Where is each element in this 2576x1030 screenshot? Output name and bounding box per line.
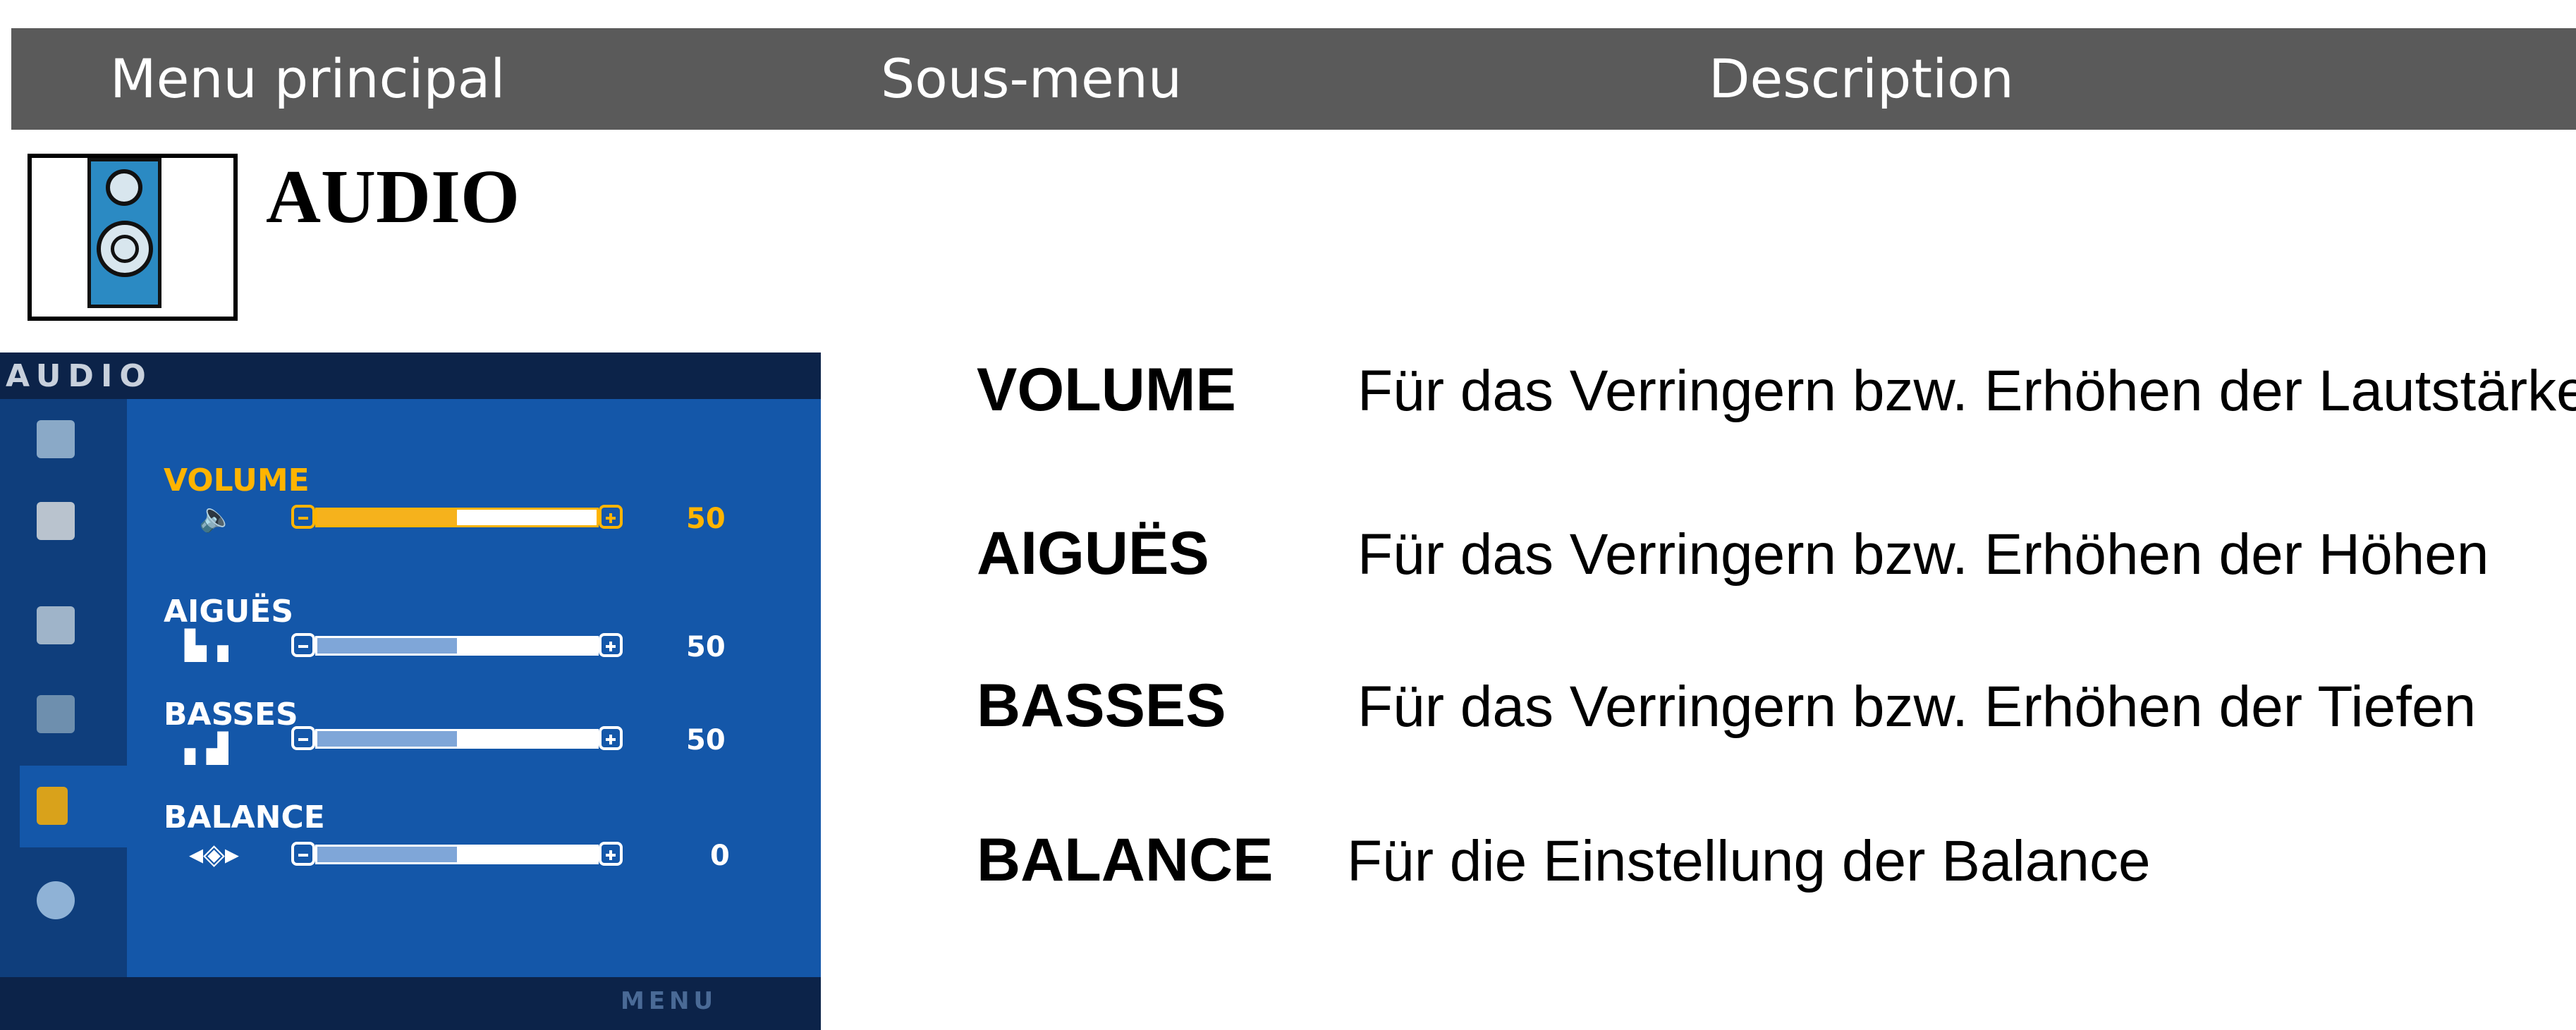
bass-icon: ▖▟ [185,732,228,765]
minus-icon[interactable] [291,505,315,529]
sidebar-item-color[interactable] [0,481,127,563]
desc-text-volume: Für das Verringern bzw. Erhöhen der Laut… [1357,359,2576,423]
osd-title: AUDIO [6,358,153,394]
sidebar-item-audio[interactable] [20,766,127,847]
bass-slider[interactable] [291,726,623,752]
osd-balance-label[interactable]: BALANCE [164,801,325,835]
desc-text-balance: Für die Einstellung der Balance [1347,829,2151,893]
sidebar-item-tracking[interactable] [0,563,127,644]
osd-menu-panel: AUDIO VOLUME 🔈 50 AIGUËS ▙▗ 50 BASSES ▖▟… [0,352,821,1030]
picture-icon [37,420,75,458]
balance-track [315,845,599,864]
tracking-icon [37,606,75,644]
volume-slider[interactable] [291,505,623,530]
osd-volume-label[interactable]: VOLUME [164,464,310,498]
speaker-sound-icon: 🔈 [199,501,234,534]
speaker-tweeter [106,169,142,206]
speaker-woofer [97,221,153,277]
section-title: AUDIO [266,155,520,239]
plus-icon[interactable] [599,505,623,529]
treble-slider[interactable] [291,633,623,658]
header-main-menu: Menu principal [110,47,506,110]
speaker-icon [37,787,68,825]
desc-name-bass: BASSES [977,672,1226,740]
osd-treble-label[interactable]: AIGUËS [164,595,293,629]
sidebar-item-special[interactable] [0,857,127,939]
treble-icon: ▙▗ [185,630,228,662]
desc-text-treble: Für das Verringern bzw. Erhöhen der Höhe… [1357,522,2489,587]
osd-menu-button[interactable]: MENU [621,987,717,1015]
treble-track [315,636,599,656]
bass-track [315,729,599,749]
desc-name-volume: VOLUME [977,356,1236,424]
plus-icon[interactable] [599,633,623,657]
balance-value: 0 [710,840,730,872]
special-icon [37,881,75,919]
bass-fill [317,731,457,747]
sidebar-item-picture[interactable] [0,399,127,481]
minus-icon[interactable] [291,726,315,750]
plus-icon[interactable] [599,726,623,750]
minus-icon[interactable] [291,842,315,866]
table-header: Menu principal Sous-menu Description [11,28,2576,130]
bass-value: 50 [686,724,726,756]
volume-fill [317,510,457,525]
minus-icon[interactable] [291,633,315,657]
volume-track [315,508,599,527]
balance-slider[interactable] [291,842,623,867]
volume-value: 50 [686,503,726,535]
osd-sidebar [0,399,127,977]
desc-name-balance: BALANCE [977,826,1274,894]
plus-icon[interactable] [599,842,623,866]
balance-fill [317,847,457,862]
sidebar-item-setup[interactable] [0,674,127,756]
osd-bass-label[interactable]: BASSES [164,698,298,732]
treble-fill [317,638,457,654]
color-icon [37,502,75,540]
desc-text-bass: Für das Verringern bzw. Erhöhen der Tief… [1357,675,2477,739]
treble-value: 50 [686,631,726,663]
header-description: Description [1709,47,2014,110]
header-submenu: Sous-menu [881,47,1183,110]
balance-icon: ◂◈▸ [189,838,239,871]
osd-title-bar: AUDIO [0,352,821,399]
desc-name-treble: AIGUËS [977,520,1209,587]
setup-icon [37,695,75,733]
